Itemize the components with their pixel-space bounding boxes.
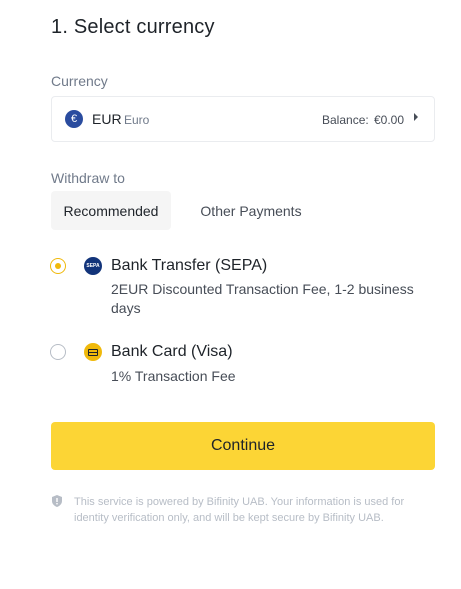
withdraw-to-label: Withdraw to (51, 170, 125, 186)
currency-code: EUR (92, 111, 122, 127)
method-desc-bank-card: 1% Transaction Fee (111, 368, 236, 384)
method-title-bank-transfer[interactable]: Bank Transfer (SEPA) (111, 257, 267, 275)
currency-name: Euro (124, 113, 150, 127)
balance-value: €0.00 (374, 113, 405, 127)
tab-other-payments[interactable]: Other Payments (189, 191, 313, 230)
continue-button[interactable]: Continue (51, 422, 435, 470)
currency-label: Currency (51, 73, 108, 89)
currency-select[interactable]: € EUR Euro Balance: €0.00 (51, 96, 435, 142)
radio-bank-transfer[interactable] (50, 258, 66, 274)
method-title-bank-card[interactable]: Bank Card (Visa) (111, 343, 233, 361)
disclaimer-text: This service is powered by Bifinity UAB.… (74, 496, 405, 524)
method-desc-bank-transfer: 2EUR Discounted Transaction Fee, 1-2 bus… (111, 281, 414, 316)
radio-bank-card[interactable] (50, 344, 66, 360)
sepa-icon: SEPA (84, 257, 102, 275)
balance-label: Balance: (322, 113, 369, 127)
shield-icon (52, 495, 62, 507)
page-title: 1. Select currency (51, 16, 215, 38)
tab-recommended[interactable]: Recommended (51, 191, 171, 230)
euro-icon: € (65, 110, 83, 128)
chevron-right-icon (414, 113, 418, 121)
card-icon (84, 343, 102, 361)
